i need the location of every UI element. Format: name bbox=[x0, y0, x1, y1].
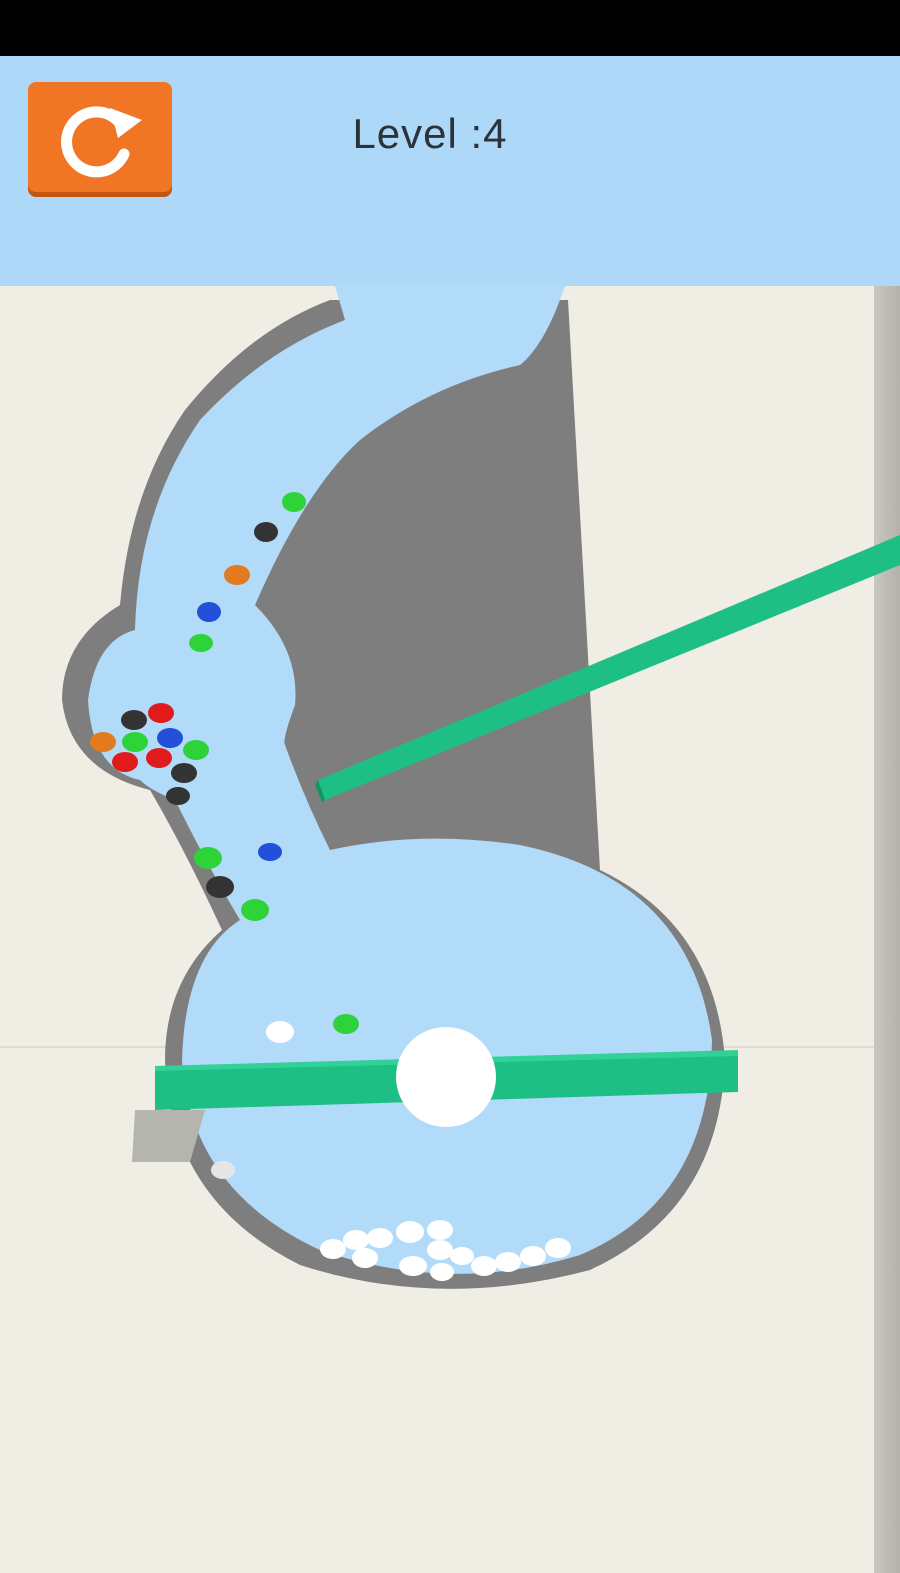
ball bbox=[122, 732, 148, 752]
ball bbox=[189, 634, 213, 652]
ball bbox=[197, 602, 221, 622]
ball bbox=[146, 748, 172, 768]
ball bbox=[166, 787, 190, 805]
ball bbox=[211, 1161, 235, 1179]
ball bbox=[495, 1252, 521, 1272]
ball bbox=[194, 847, 222, 869]
ball bbox=[520, 1246, 546, 1266]
ball bbox=[450, 1247, 474, 1265]
ball bbox=[121, 710, 147, 730]
ball bbox=[157, 728, 183, 748]
ball bbox=[427, 1240, 453, 1260]
ball bbox=[241, 899, 269, 921]
ball bbox=[254, 522, 278, 542]
ball bbox=[112, 752, 138, 772]
ball bbox=[266, 1021, 294, 1043]
ball bbox=[471, 1256, 497, 1276]
ball bbox=[320, 1239, 346, 1259]
game-screen: Level :4 bbox=[0, 0, 900, 1573]
ball bbox=[399, 1256, 427, 1276]
ball bbox=[90, 732, 116, 752]
ball bbox=[282, 492, 306, 512]
large-white-ball bbox=[396, 1027, 496, 1127]
ball bbox=[343, 1230, 369, 1250]
ball bbox=[258, 843, 282, 861]
ball bbox=[430, 1263, 454, 1281]
ball bbox=[333, 1014, 359, 1034]
ball bbox=[545, 1238, 571, 1258]
ball bbox=[352, 1248, 378, 1268]
ball bbox=[224, 565, 250, 585]
game-board bbox=[62, 286, 900, 1289]
ball bbox=[427, 1220, 453, 1240]
ball bbox=[171, 763, 197, 783]
ball bbox=[396, 1221, 424, 1243]
ball bbox=[148, 703, 174, 723]
ball bbox=[206, 876, 234, 898]
ball bbox=[367, 1228, 393, 1248]
ball bbox=[183, 740, 209, 760]
